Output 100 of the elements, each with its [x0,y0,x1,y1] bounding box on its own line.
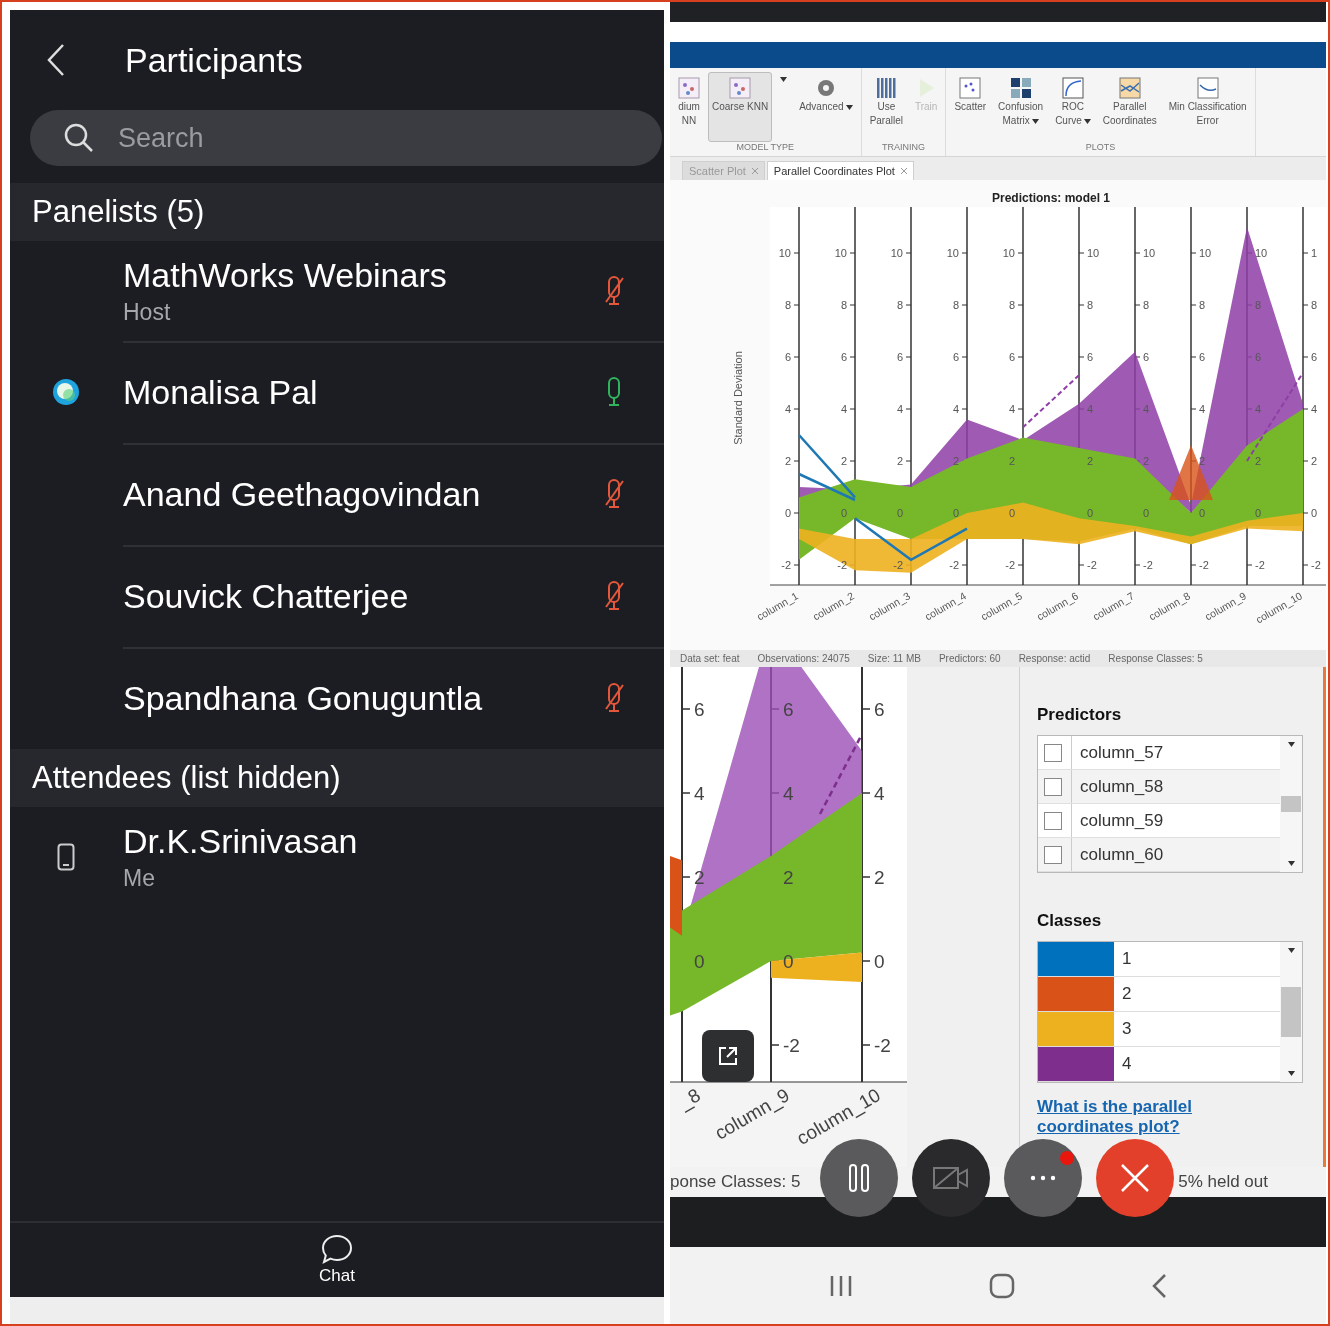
participant-name: Spandhana Gonuguntla [123,678,484,718]
checkbox[interactable] [1044,845,1062,864]
toolstrip-button[interactable]: Confusion Matrix [994,72,1048,142]
popout-button[interactable] [702,1030,754,1082]
panel-title: Classes [1037,911,1103,931]
search-icon [64,123,94,153]
caret-icon [1287,948,1295,953]
participant-name: MathWorks Webinars [123,256,448,295]
checkbox[interactable] [1044,743,1062,762]
participant-row[interactable]: Anand Geethagovindan [10,443,664,545]
popout-icon [717,1045,739,1067]
tick-label: -2 [1311,559,1321,571]
tick-label: 4 [896,403,903,415]
predictor-row[interactable]: column_58 [1038,770,1280,804]
participant-name: Souvick Chatterjee [123,576,410,616]
tick-label: 6 [840,351,847,363]
tick-label: -2 [1143,559,1153,571]
phone-icon [56,843,75,871]
tick-label: 1 [1311,247,1318,259]
axis-label: _8 [675,1084,704,1114]
predictor-row[interactable]: column_59 [1038,804,1280,838]
section-header: Attendees (list hidden) [10,749,664,807]
checkbox[interactable] [1044,777,1062,796]
close-icon [751,168,758,174]
tick-label: 4 [784,403,791,415]
toolstrip-button[interactable]: Scatter [950,72,991,142]
scroll-thumb[interactable] [1281,796,1301,812]
tick-label: 4 [874,783,885,804]
toolstrip-button[interactable]: Use Parallel [865,72,907,142]
toolstrip-button[interactable]: Parallel Coordinates [1098,72,1161,142]
tick-label: 10 [946,247,959,259]
toolstrip-button[interactable]: Min Classification Error [1164,72,1251,142]
axis-title: Standard Deviation [732,351,744,445]
tick-label: 4 [1008,403,1015,415]
tick-label: -2 [781,559,791,571]
tab[interactable]: Parallel Coordinates Plot [766,161,914,180]
help-link[interactable]: What is the parallel coordinates plot? [1037,1097,1227,1137]
tick-label: 10 [1199,247,1212,259]
class-row[interactable]: 2 [1038,977,1280,1012]
section-label: PLOTS [1084,142,1117,154]
tick-label: 0 [1255,507,1262,519]
checkbox[interactable] [1044,811,1062,830]
toolstrip-button[interactable]: Advanced [795,72,857,142]
predictor-row[interactable]: column_60 [1038,838,1280,872]
section-label: TRAINING [881,142,926,154]
participant-row[interactable]: Spandhana Gonuguntla [10,647,664,749]
lines-chart-icon [1118,77,1141,99]
caret-icon [1287,1071,1295,1076]
tick-label: 8 [784,299,791,311]
status-text: Predictors: 60 [938,653,1001,664]
chat-button[interactable]: Chat [311,1230,363,1290]
tick-label: 8 [1199,299,1206,311]
chat-icon [321,1234,353,1264]
screen-title: Participants [125,40,303,80]
tick-label: 6 [1311,351,1318,363]
tick-label: 6 [1199,351,1206,363]
tick-label: 2 [1311,455,1318,467]
class-row[interactable]: 1 [1038,942,1280,977]
participant-row[interactable]: Souvick Chatterjee [10,545,664,647]
tick-label: 0 [896,507,903,519]
home-icon [989,1272,1015,1299]
tick-label: 8 [952,299,959,311]
search-field[interactable]: Search [116,121,520,155]
class-row[interactable]: 3 [1038,1012,1280,1047]
tick-label: 4 [1143,403,1150,415]
tick-label: -2 [1199,559,1209,571]
class-row[interactable]: 4 [1038,1047,1280,1082]
participant-name: Anand Geethagovindan [123,474,482,514]
presenter-icon [51,378,80,406]
participant-row[interactable]: Monalisa Pal [10,341,664,443]
toolstrip-button[interactable]: Coarse KNN [708,72,773,142]
cluster-icon [678,77,700,99]
tick-label: 4 [1087,403,1094,415]
tick-label: 0 [1143,507,1150,519]
tick-label: 6 [952,351,959,363]
tick-label: 8 [840,299,847,311]
tick-label: 10 [1143,247,1156,259]
tick-label: 0 [874,951,885,972]
tick-label: 0 [1008,507,1015,519]
tick-label: 4 [1255,403,1262,415]
tick-label: 8 [1255,299,1262,311]
close-icon [900,168,907,174]
toolstrip-button[interactable]: ROC Curve [1051,72,1095,142]
tick-label: -2 [783,1035,800,1056]
participant-role: Host [123,299,172,326]
grid-icon [1009,77,1032,99]
predictor-row[interactable]: column_57 [1038,736,1280,770]
tick-label: 10 [778,247,791,259]
section-label: MODEL TYPE [735,142,796,154]
tick-label: 6 [896,351,903,363]
participant-row[interactable]: MathWorks Webinars Host [10,241,664,341]
tick-label: 6 [1087,351,1094,363]
tick-label: 8 [1008,299,1015,311]
tick-label: 10 [1087,247,1100,259]
participant-row[interactable]: Dr.K.Srinivasan Me [10,807,664,907]
tick-label: -2 [1005,559,1015,571]
status-text: ponse Classes: 5 [670,1172,801,1192]
toolstrip-button[interactable]: dium NN [674,72,704,142]
scroll-thumb[interactable] [1281,987,1301,1037]
search-bar[interactable]: Search [30,110,662,166]
